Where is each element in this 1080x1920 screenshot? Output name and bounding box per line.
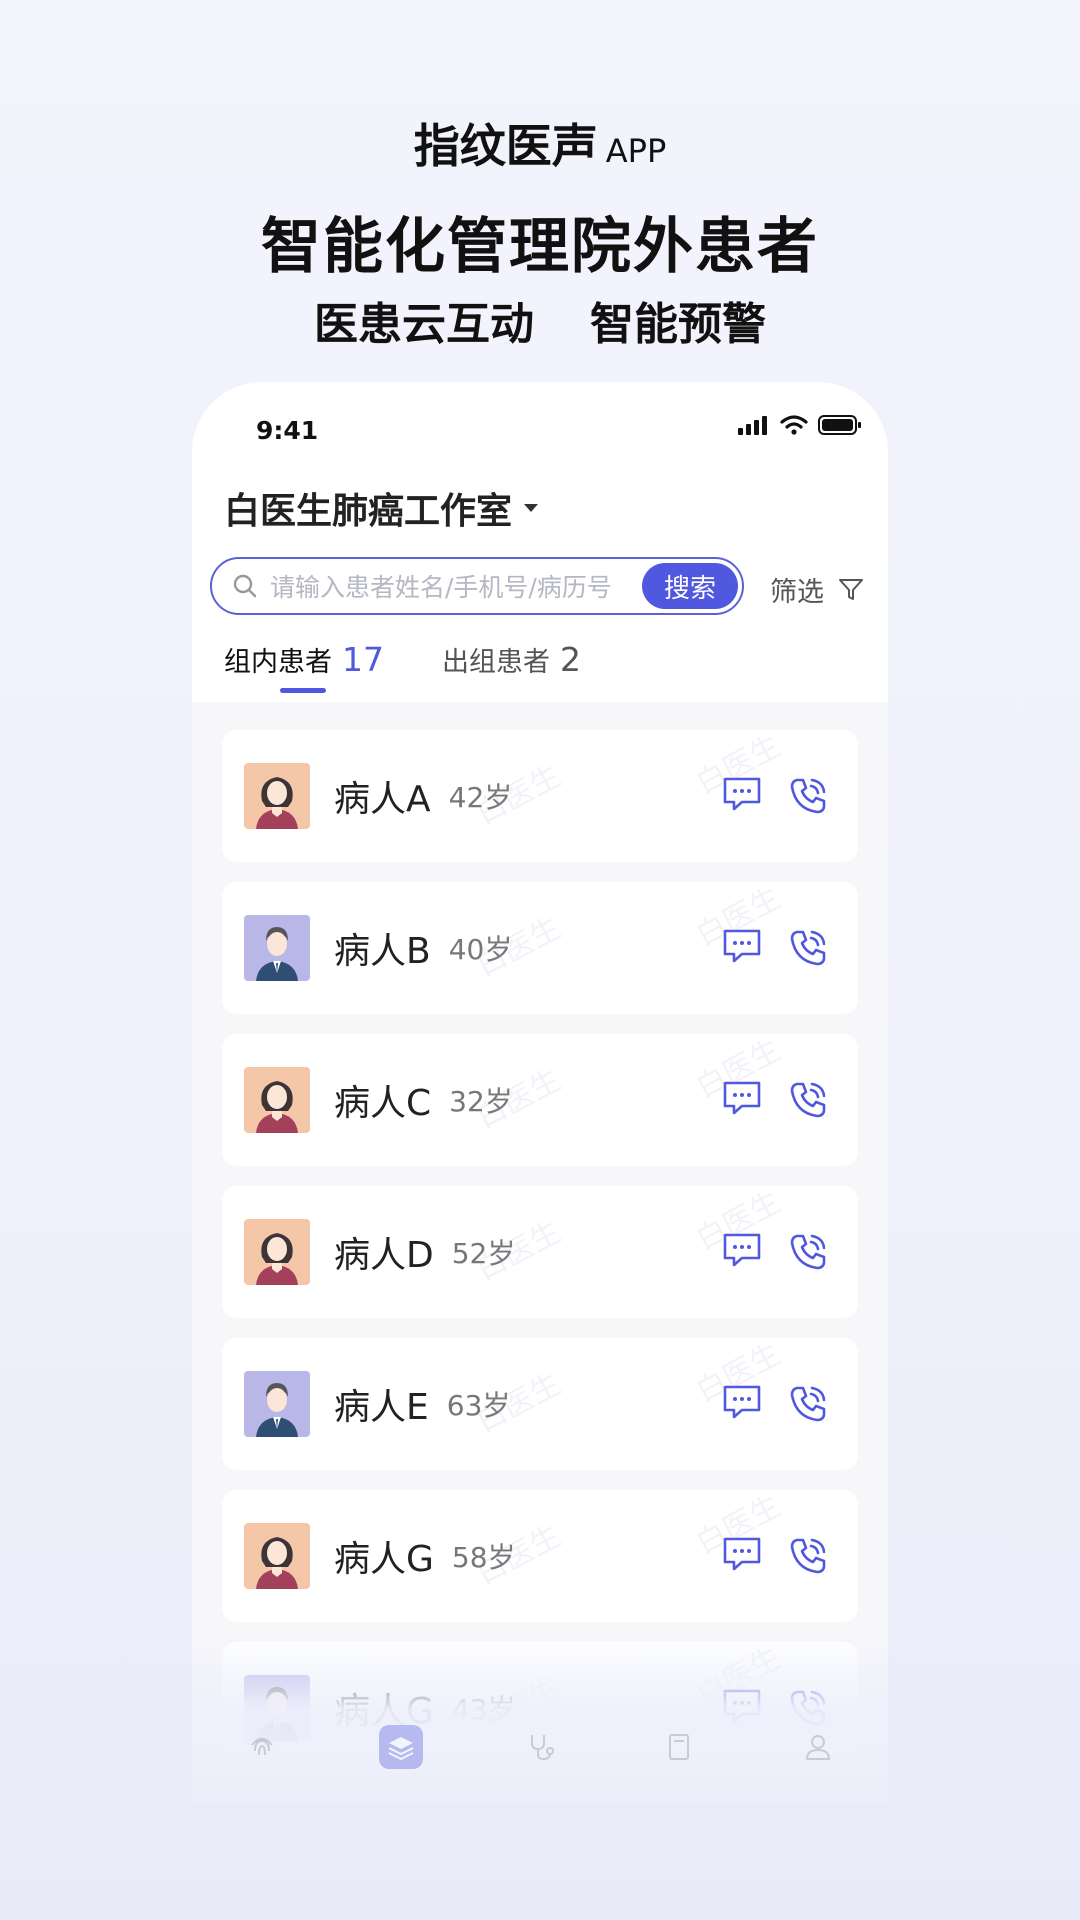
patient-name: 病人C <box>334 1083 432 1124</box>
search-input[interactable]: 请输入患者姓名/手机号/病历号 <box>270 568 642 604</box>
patient-name: 病人B <box>334 931 431 972</box>
patient-actions <box>722 1232 828 1276</box>
search-bar[interactable]: 请输入患者姓名/手机号/病历号 搜索 <box>210 557 744 615</box>
avatar <box>244 763 310 829</box>
hero-headline: 智能化管理院外患者 <box>261 212 819 282</box>
phone-call-icon[interactable] <box>788 928 828 972</box>
tab-out-group[interactable]: 出组患者 2 <box>442 640 581 679</box>
patient-age: 58岁 <box>451 1541 516 1574</box>
patient-name: 病人A <box>334 779 431 820</box>
status-icons <box>738 414 862 436</box>
phone-call-icon[interactable] <box>788 1536 828 1580</box>
filter-button[interactable]: 筛选 <box>770 570 864 609</box>
phone-call-icon[interactable] <box>788 776 828 820</box>
status-time: 9:41 <box>256 416 319 445</box>
message-icon[interactable] <box>722 928 762 972</box>
phone-call-icon[interactable] <box>788 1080 828 1124</box>
message-icon[interactable] <box>722 1080 762 1124</box>
tab-count: 17 <box>342 640 384 679</box>
signal-icon <box>738 416 767 435</box>
filter-label: 筛选 <box>770 577 824 608</box>
phone-screen: 9:41 白医生肺癌工作室 请输入患者姓名/手机号/病历号 搜索 筛选 组内患者… <box>192 382 888 1802</box>
patient-name: 病人E <box>334 1387 429 1428</box>
message-icon[interactable] <box>722 1536 762 1580</box>
patient-card[interactable]: 病人D 52岁 白医生 白医生 <box>222 1185 858 1318</box>
patient-actions <box>722 1536 828 1580</box>
nav-book-icon[interactable] <box>657 1725 701 1769</box>
studio-selector[interactable]: 白医生肺癌工作室 <box>224 482 539 534</box>
patient-card[interactable]: 病人E 63岁 白医生 白医生 <box>222 1337 858 1470</box>
patient-card[interactable]: 病人A 42岁 白医生 白医生 <box>222 729 858 862</box>
tab-active-indicator <box>280 688 326 693</box>
hero-features: 医患云互动 智能预警 <box>0 288 1080 352</box>
nav-stethoscope-icon[interactable] <box>518 1725 562 1769</box>
nav-fingerprint-icon[interactable] <box>240 1725 284 1769</box>
hero-app-title: 指纹医声 APP <box>0 110 1080 176</box>
patient-age: 42岁 <box>448 781 513 814</box>
tab-count: 2 <box>560 640 581 679</box>
tab-label: 组内患者 <box>224 647 332 678</box>
app-name: 指纹医声 <box>413 119 598 173</box>
battery-icon <box>818 415 861 435</box>
feature-smart-alert: 智能预警 <box>590 299 766 350</box>
phone-call-icon[interactable] <box>788 1384 828 1428</box>
studio-name: 白医生肺癌工作室 <box>224 491 513 532</box>
patient-card[interactable]: 病人B 40岁 白医生 白医生 <box>222 881 858 1014</box>
avatar <box>244 1067 310 1133</box>
patient-age: 32岁 <box>449 1085 513 1118</box>
patient-actions <box>722 1384 828 1428</box>
wifi-icon <box>780 415 808 435</box>
search-button[interactable]: 搜索 <box>642 563 738 609</box>
message-icon[interactable] <box>722 1232 762 1276</box>
patient-card[interactable]: 病人G 58岁 白医生 白医生 <box>222 1489 858 1622</box>
avatar <box>244 1523 310 1589</box>
patient-actions <box>722 1080 828 1124</box>
avatar <box>244 1219 310 1285</box>
patient-name: 病人G <box>334 1539 434 1580</box>
feature-cloud-interaction: 医患云互动 <box>314 299 534 350</box>
tab-in-group[interactable]: 组内患者 17 <box>224 640 384 693</box>
phone-call-icon[interactable] <box>788 1232 828 1276</box>
bottom-nav <box>192 1712 888 1782</box>
patient-card[interactable]: 病人C 32岁 白医生 白医生 <box>222 1033 858 1166</box>
caret-down-icon <box>524 504 539 512</box>
nav-user-icon[interactable] <box>796 1725 840 1769</box>
patient-age: 52岁 <box>451 1237 516 1270</box>
patient-actions <box>722 928 828 972</box>
message-icon[interactable] <box>722 1384 762 1428</box>
patient-tabs: 组内患者 17 出组患者 2 <box>224 640 581 693</box>
filter-icon <box>839 578 863 600</box>
patient-name: 病人D <box>334 1235 434 1276</box>
tab-label: 出组患者 <box>442 647 550 678</box>
patient-age: 63岁 <box>446 1389 511 1422</box>
avatar <box>244 915 310 981</box>
message-icon[interactable] <box>722 776 762 820</box>
patient-actions <box>722 776 828 820</box>
avatar <box>244 1371 310 1437</box>
nav-layers-icon[interactable] <box>378 1725 423 1769</box>
app-suffix: APP <box>605 132 667 170</box>
patient-age: 40岁 <box>448 933 513 966</box>
search-icon <box>233 574 257 598</box>
